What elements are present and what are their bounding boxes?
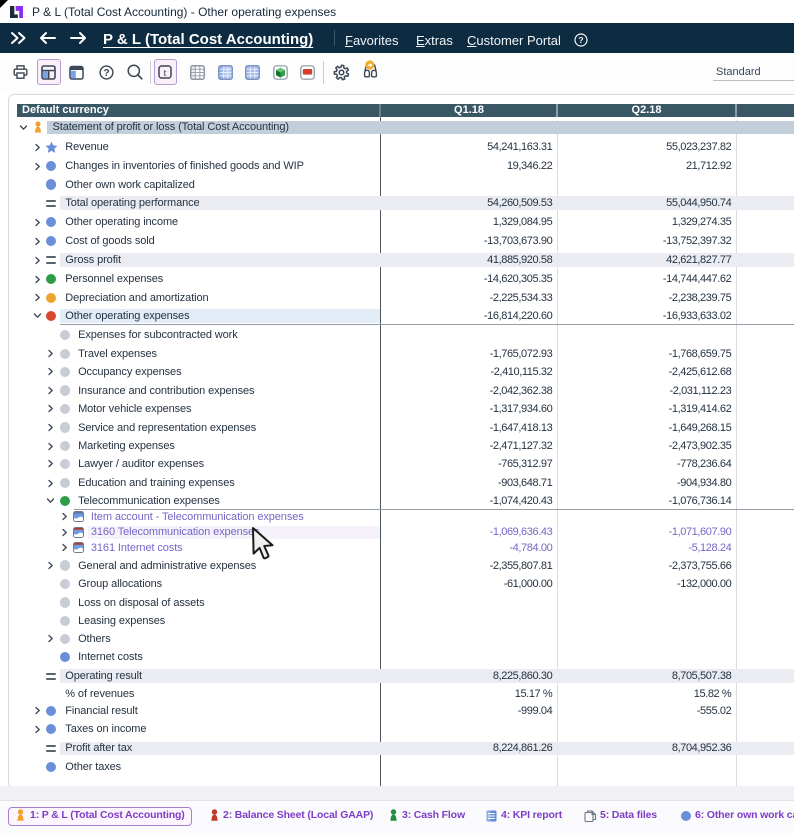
- svg-text:?: ?: [578, 35, 583, 45]
- svg-text:t: t: [164, 67, 167, 79]
- svg-text:?: ?: [103, 68, 109, 79]
